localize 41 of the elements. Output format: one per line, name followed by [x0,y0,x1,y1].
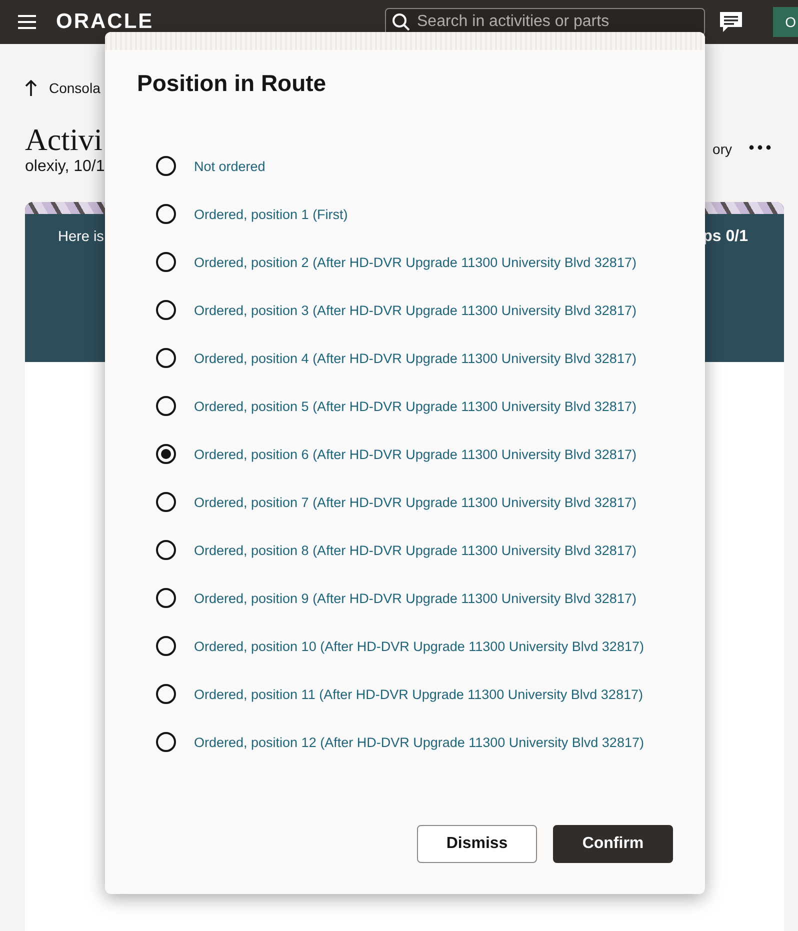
option-label[interactable]: Ordered, position 12 (After HD-DVR Upgrade 11300 University Blvd 32817) [194,734,644,750]
option-label[interactable]: Ordered, position 1 (First) [194,206,348,222]
option-label[interactable]: Ordered, position 11 (After HD-DVR Upgrade 11300 University Blvd 32817) [194,686,643,702]
dismiss-button[interactable]: Dismiss [417,825,537,863]
history-link[interactable]: ory [712,141,732,157]
dialog-title: Position in Route [137,70,328,98]
radio-button[interactable] [156,204,176,224]
radio-button[interactable] [156,348,176,368]
radio-button[interactable] [156,444,176,464]
more-icon[interactable] [749,145,771,150]
logo[interactable]: ORACLE [56,10,154,34]
radio-button[interactable] [156,492,176,512]
option-label[interactable]: Ordered, position 4 (After HD-DVR Upgrade 11300 University Blvd 32817) [194,350,636,366]
radio-button[interactable] [156,540,176,560]
option-label[interactable]: Ordered, position 3 (After HD-DVR Upgrade 11300 University Blvd 32817) [194,302,636,318]
option-label[interactable]: Ordered, position 5 (After HD-DVR Upgrade 11300 University Blvd 32817) [194,398,636,414]
confirm-button[interactable]: Confirm [553,825,673,863]
radio-button[interactable] [156,396,176,416]
option-label[interactable]: Ordered, position 10 (After HD-DVR Upgrade 11300 University Blvd 32817) [194,638,644,654]
option-label[interactable]: Ordered, position 9 (After HD-DVR Upgrade 11300 University Blvd 32817) [194,590,636,606]
radio-button[interactable] [156,732,176,752]
radio-button[interactable] [156,684,176,704]
option-label[interactable]: Ordered, position 8 (After HD-DVR Upgrade 11300 University Blvd 32817) [194,542,636,558]
chat-icon[interactable] [719,10,743,34]
option-label[interactable]: Ordered, position 2 (After HD-DVR Upgrade 11300 University Blvd 32817) [194,254,636,270]
radio-button[interactable] [156,588,176,608]
back-link[interactable]: Consola [49,80,100,96]
radio-button[interactable] [156,636,176,656]
option-label[interactable]: Ordered, position 7 (After HD-DVR Upgrade 11300 University Blvd 32817) [194,494,636,510]
banner-text: Here is [58,229,104,246]
radio-button[interactable] [156,156,176,176]
menu-icon[interactable] [18,15,36,29]
back-arrow-icon[interactable] [25,80,37,96]
option-label[interactable]: Ordered, position 6 (After HD-DVR Upgrade 11300 University Blvd 32817) [194,446,636,462]
search-icon[interactable] [392,13,410,31]
radio-button[interactable] [156,252,176,272]
radio-button[interactable] [156,300,176,320]
page-title: Activi [25,124,104,156]
option-label[interactable]: Not ordered [194,158,266,174]
page-subtitle: olexiy, 10/1 [25,158,105,176]
user-avatar[interactable]: O [773,7,798,37]
